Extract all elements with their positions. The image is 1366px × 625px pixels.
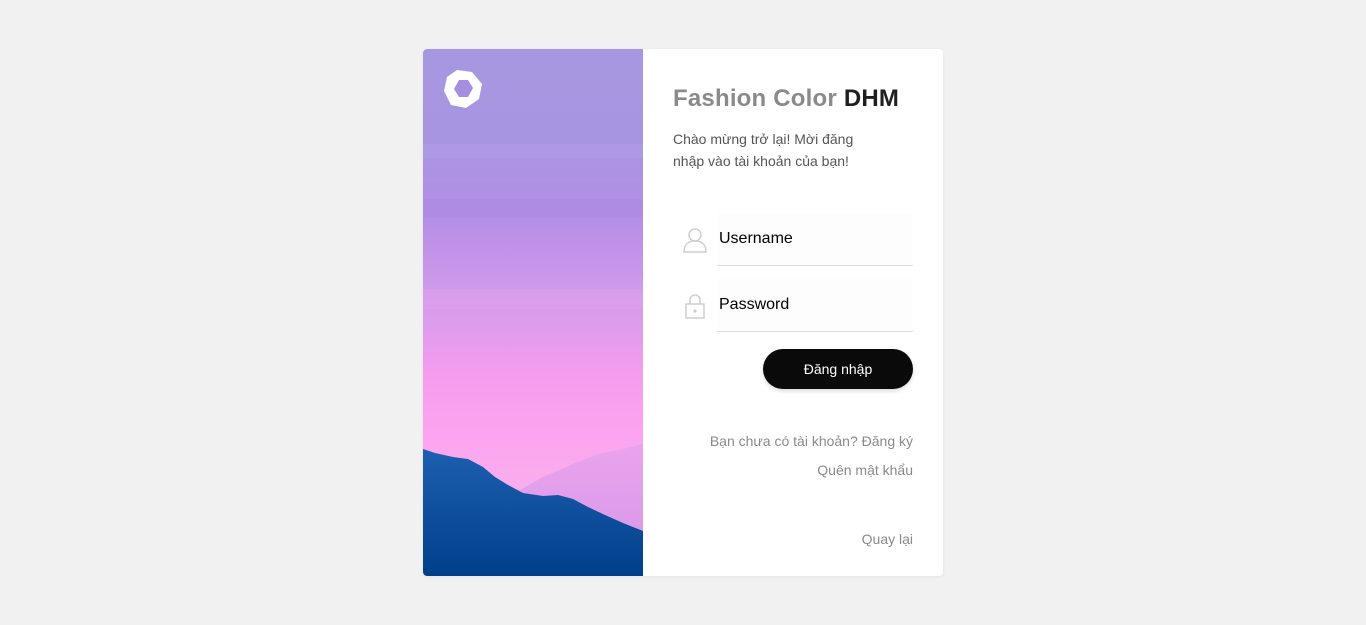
brand-title-part1: Fashion Color	[673, 85, 837, 112]
username-input[interactable]	[717, 213, 913, 266]
lock-icon	[685, 294, 705, 319]
hero-image	[423, 49, 643, 576]
back-link[interactable]: Quay lại	[862, 531, 913, 547]
hexagon-ring-icon	[444, 70, 482, 108]
page-title: Fashion Color DHM	[673, 85, 899, 113]
password-field	[673, 279, 913, 333]
login-card: Fashion Color DHM Chào mừng trở lại! Mời…	[423, 49, 943, 576]
login-form-panel: Fashion Color DHM Chào mừng trở lại! Mời…	[643, 49, 943, 576]
password-input[interactable]	[717, 279, 913, 332]
login-button[interactable]: Đăng nhập	[763, 349, 913, 389]
user-icon	[683, 228, 707, 253]
welcome-text: Chào mừng trở lại! Mời đăng nhập vào tài…	[673, 131, 854, 169]
brand-title-part2: DHM	[843, 85, 900, 112]
landscape-illustration	[423, 49, 643, 576]
username-field	[673, 213, 913, 267]
register-link[interactable]: Bạn chưa có tài khoản? Đăng ký	[710, 433, 913, 449]
forgot-password-link[interactable]: Quên mật khẩu	[817, 462, 913, 478]
